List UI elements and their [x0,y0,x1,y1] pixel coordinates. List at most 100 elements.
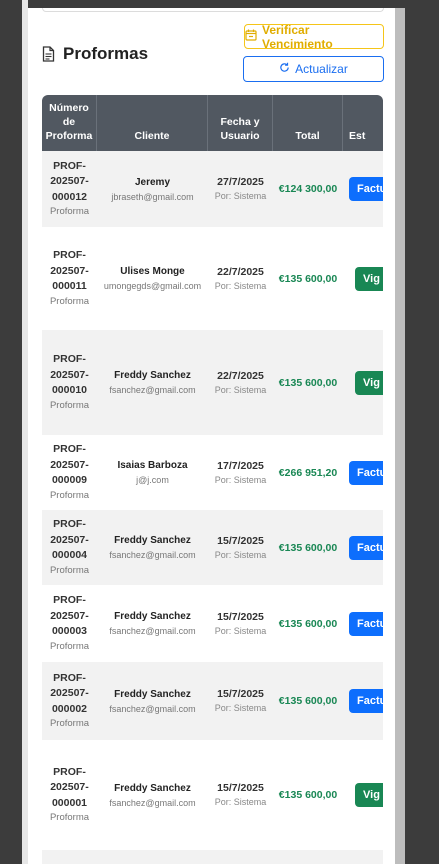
proforma-number-line: 202507- [50,175,89,188]
proforma-total: €135 600,00 [278,789,338,801]
cell-numero: PROF- 202507- 000004 Proforma [42,510,97,585]
proforma-number-line: 000010 [51,384,88,397]
cell-numero: PROF- 202507- 000001 Proforma [42,740,97,850]
proforma-number-line: PROF- [53,671,86,684]
cell-fecha: 17/7/2025 Por: Sistema [208,435,273,510]
status-badge[interactable]: Vig [355,783,383,807]
client-email: jbraseth@gmail.com [111,191,194,202]
cell-estado: Factu [343,151,383,227]
table-row[interactable]: PROF- 202507- 000003 Proforma Freddy Sanchez… [42,585,383,662]
cell-fecha: 22/7/2025 Por: Sistema [208,227,273,330]
cell-total: €135 600,00 [273,330,343,435]
status-badge[interactable]: Factu [349,611,383,636]
cell-cliente: Freddy Sanchez fsanchez@gmail.com [97,740,208,850]
proforma-date: 15/7/2025 [217,610,264,623]
cell-cliente: Freddy Sanchez fsanchez@gmail.com [97,510,208,585]
cell-numero: PROF- 202507- 000012 Proforma [42,151,97,227]
proforma-number-line: 000011 [52,280,87,293]
proforma-number-line: 202507- [50,533,89,546]
header-fecha[interactable]: Fecha y Usuario [208,95,273,151]
proforma-date: 27/7/2025 [217,176,264,188]
cell-total: €135 600,00 [273,740,343,850]
scrollbar-track[interactable] [395,8,405,864]
verify-expiration-label: Verificar Vencimiento [262,22,333,51]
proforma-total: €135 600,00 [278,272,338,285]
verify-expiration-button[interactable]: Verificar Vencimiento [244,22,384,51]
client-name: Freddy Sanchez [114,535,191,546]
proforma-number-line: 000004 [51,549,88,562]
table-row[interactable]: PROF- 202507- 000004 Proforma Freddy Sanchez… [42,510,383,585]
header-total-label: Total [295,130,320,142]
proforma-total: €135 600,00 [278,617,338,630]
header-fecha-line: Fecha y [220,116,260,128]
proforma-user: Por: Sistema [214,703,267,713]
cell-estado: Factu [343,662,383,740]
client-email: fsanchez@gmail.com [109,550,196,560]
table-row[interactable]: PROF- 202507- 000011 Proforma Ulises Monge um… [42,227,383,330]
proforma-date: 22/7/2025 [217,369,264,382]
client-name: Isaias Barboza [117,460,188,471]
cell-estado: Vig [343,227,383,330]
status-badge[interactable]: Factu [349,535,383,560]
cell-estado: Factu [343,510,383,585]
page-header: Proformas [42,43,148,65]
proforma-date: 17/7/2025 [217,459,264,472]
table-row[interactable]: PROF- 202507- 000012 Proforma Jeremy jbraseth… [42,151,383,227]
proforma-number-line: PROF- [53,594,86,607]
status-badge[interactable]: Factu [349,460,383,485]
header-numero[interactable]: Número de Proforma [42,95,97,151]
cell-fecha: 15/7/2025 Por: Sistema [208,510,273,585]
refresh-button[interactable]: Actualizar [243,56,384,82]
cell-total: €135 600,00 [273,510,343,585]
document-icon [42,46,55,62]
proforma-number-line: 202507- [50,781,89,794]
status-badge[interactable]: Factu [349,177,383,201]
table-row[interactable]: PROF- 202507- 000010 Proforma Freddy Sanchez… [42,330,383,435]
status-badge[interactable]: Factu [349,689,383,713]
table-row[interactable]: PROF- 202507- 000002 Proforma Freddy Sanchez… [42,662,383,740]
proforma-user: Por: Sistema [214,474,267,485]
proformas-table: Número de Proforma Cliente Fecha y Usuar… [42,95,383,864]
proforma-number-line: PROF- [53,518,86,531]
header-cliente-label: Cliente [134,130,170,142]
table-row[interactable]: PROF- 202507- 000009 Proforma Isaias Barboza… [42,435,383,510]
header-cliente[interactable]: Cliente [97,95,208,151]
proforma-type: Proforma [49,489,90,501]
status-badge[interactable]: Vig [355,266,383,291]
proforma-number-line: PROF- [53,159,86,172]
page-title: Proformas [63,44,149,63]
cell-cliente: Freddy Sanchez fsanchez@gmail.com [97,662,208,740]
proforma-number-line: 202507- [50,687,89,700]
proforma-number-line: 000009 [51,474,88,487]
proforma-date: 22/7/2025 [217,265,264,278]
client-name: Freddy Sanchez [114,782,191,794]
cell-cliente: Isaias Barboza j@j.com [97,435,208,510]
cell-fecha: 15/7/2025 Por: Sistema [208,740,273,850]
header-numero-line: Número [49,102,89,114]
proforma-total: €135 600,00 [278,695,338,707]
header-estado[interactable]: Est [343,95,383,151]
cell-numero: PROF- 202507- 000010 Proforma [42,330,97,435]
proforma-date: 15/7/2025 [217,534,264,547]
proforma-number-line: 202507- [50,609,89,622]
status-badge[interactable]: Vig [355,370,383,395]
proforma-total: €135 600,00 [278,541,338,554]
cell-estado: Factu [343,435,383,510]
cell-cliente: Jeremy jbraseth@gmail.com [97,151,208,227]
client-email: fsanchez@gmail.com [109,626,196,636]
client-name: Freddy Sanchez [114,688,191,700]
client-name: Ulises Monge [120,266,185,277]
cell-total: €124 300,00 [273,151,343,227]
cell-cliente: Ulises Monge umongegds@gmail.com [97,227,208,330]
proforma-user: Por: Sistema [214,797,267,807]
header-total[interactable]: Total [273,95,343,151]
table-row[interactable]: PROF- 202507- 000001 Proforma Freddy Sanchez… [42,740,383,850]
cell-cliente: Freddy Sanchez fsanchez@gmail.com [97,585,208,662]
proforma-number-line: PROF- [53,249,86,262]
cell-numero: PROF- [42,850,97,864]
proforma-number-line: 000012 [51,190,88,203]
proforma-user: Por: Sistema [214,549,267,560]
table-row[interactable]: PROF- [42,850,383,864]
cell-total: €135 600,00 [273,662,343,740]
proforma-total: €135 600,00 [278,376,338,389]
